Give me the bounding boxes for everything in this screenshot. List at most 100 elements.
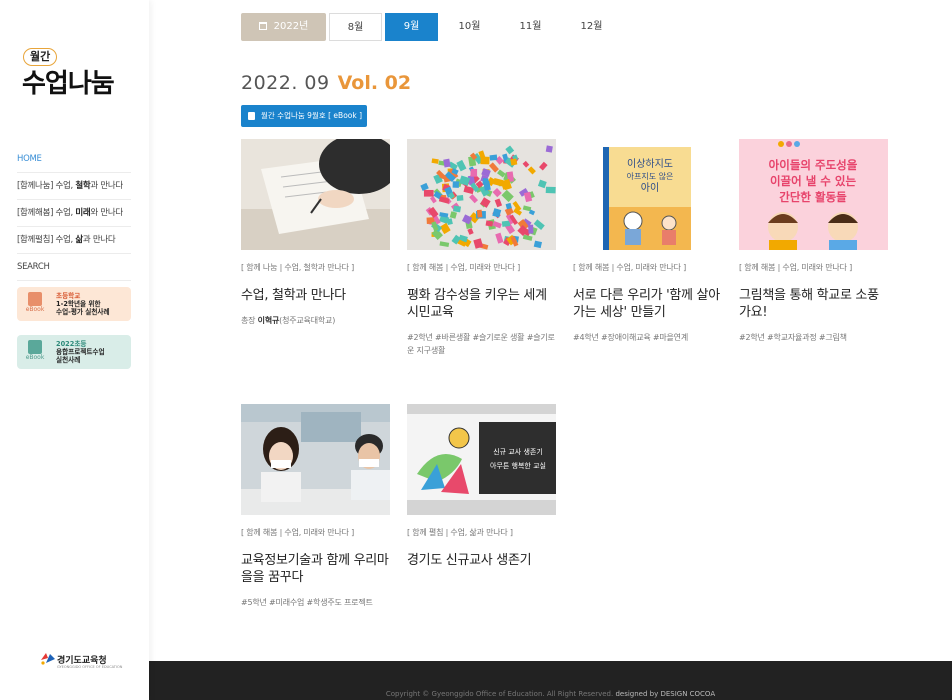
copyright: Copyright © Gyeonggido Office of Educati…: [149, 690, 952, 698]
promo-banner-project[interactable]: eBook 2022초등 융합프로젝트수업 실천사례: [17, 335, 131, 369]
promo-line1: 2022초등: [56, 340, 87, 348]
confetti-piece: [423, 189, 434, 197]
confetti-piece: [452, 181, 460, 188]
office-logo-subtext: GYEONGGIDO OFFICE OF EDUCATION: [57, 665, 123, 669]
nav-philosophy-post: 과 만나다: [90, 181, 123, 191]
issue-heading: 2022. 09 Vol. 02: [241, 72, 411, 94]
page: 월간 수업나눔 HOME [함께나눔] 수업, 철학과 만나다 [함께해봄] 수…: [0, 0, 952, 700]
poster-line2: 이끌어 낼 수 있는: [770, 174, 856, 188]
article-category: [ 함께 해봄 | 수업, 미래와 만나다 ]: [407, 263, 521, 272]
office-logo[interactable]: 경기도교육청 GYEONGGIDO OFFICE OF EDUCATION: [40, 651, 123, 673]
article-category: [ 함께 해봄 | 수업, 미래와 만나다 ]: [739, 263, 853, 272]
confetti-piece: [528, 224, 534, 234]
poster-line3: 간단한 활동들: [779, 190, 847, 204]
promo-line3: 수업-평가 실천사례: [56, 308, 110, 316]
article-card[interactable]: [ 함께 해봄 | 수업, 미래와 만나다 ] 교육정보기술과 함께 우리마을을…: [241, 404, 390, 609]
book-icon: [248, 112, 255, 120]
logo-title: 수업나눔: [22, 69, 115, 99]
thumb-line2: 아무튼 행복한 교실: [490, 461, 546, 470]
nav-future[interactable]: [함께해봄] 수업, 미래와 만나다: [17, 200, 131, 227]
article-title[interactable]: 그림책을 통해 학교로 소풍가요!: [739, 287, 888, 321]
confetti-piece: [489, 154, 498, 161]
office-logo-mark-icon: [41, 653, 55, 665]
author-affiliation: (청주교육대학교): [279, 316, 336, 325]
confetti-piece: [453, 205, 462, 213]
sidebar: 월간 수업나눔 HOME [함께나눔] 수업, 철학과 만나다 [함께해봄] 수…: [0, 0, 149, 700]
nav-philosophy-bold: 철학: [75, 181, 91, 191]
nav-home[interactable]: HOME: [17, 146, 131, 173]
article-thumbnail[interactable]: [241, 404, 390, 515]
article-category: [ 함께 펼침 | 수업, 삶과 만나다 ]: [407, 528, 513, 537]
article-thumbnail[interactable]: 신규 교사 생존기 아무튼 행복한 교실: [407, 404, 556, 515]
promo-text: 초등학교 1-2학년을 위한 수업-평가 실천사례: [56, 292, 110, 316]
logo-badge: 월간: [23, 48, 58, 66]
nav-life-pre: [함께펼침] 수업,: [17, 235, 76, 245]
site-footer: Copyright © Gyeonggido Office of Educati…: [149, 661, 952, 700]
author-role: 총장: [241, 316, 258, 325]
book-title-line3: 아이: [641, 182, 659, 194]
issue-date: 2022. 09: [241, 72, 330, 94]
article-card[interactable]: 이상하지도 아프지도 않은 아이 [ 함께 해봄 | 수업, 미래와 만나다 ]…: [573, 139, 722, 344]
confetti-piece: [510, 158, 518, 166]
promo-line1: 초등학교: [56, 292, 81, 300]
article-thumbnail[interactable]: [407, 139, 556, 250]
ebook-button[interactable]: 월간 수업나눔 9월호 [ eBook ]: [241, 105, 367, 127]
confetti-piece: [501, 220, 511, 227]
sidebar-nav: HOME [함께나눔] 수업, 철학과 만나다 [함께해봄] 수업, 미래와 만…: [17, 146, 131, 281]
tab-month-10[interactable]: 10월: [443, 13, 496, 41]
article-title[interactable]: 교육정보기술과 함께 우리마을을 꿈꾸다: [241, 552, 390, 586]
article-category: [ 함께 나눔 | 수업, 철학과 만나다 ]: [241, 263, 355, 272]
issue-volume: Vol. 02: [337, 72, 412, 94]
article-card[interactable]: [ 함께 나눔 | 수업, 철학과 만나다 ] 수업, 철학과 만나다 총장 이…: [241, 139, 390, 327]
designer-credit[interactable]: designed by DESIGN COCOA: [615, 690, 715, 698]
promo-banner-grade12[interactable]: eBook 초등학교 1-2학년을 위한 수업-평가 실천사례: [17, 287, 131, 321]
article-card[interactable]: 신규 교사 생존기 아무튼 행복한 교실 [ 함께 펼침 | 수업, 삶과 만나…: [407, 404, 556, 569]
article-title[interactable]: 서로 다른 우리가 '함께 살아가는 세상' 만들기: [573, 287, 722, 321]
ebook-button-label: 월간 수업나눔 9월호 [ eBook ]: [261, 111, 363, 120]
ebook-icon: eBook: [24, 340, 46, 362]
article-title[interactable]: 평화 감수성을 키우는 세계시민교육: [407, 287, 556, 321]
article-thumbnail[interactable]: [241, 139, 390, 250]
nav-philosophy-pre: [함께나눔] 수업,: [17, 181, 76, 191]
promo-text: 2022초등 융합프로젝트수업 실천사례: [56, 340, 105, 364]
promo-caption: eBook: [25, 306, 45, 313]
nav-life[interactable]: [함께펼침] 수업, 삶과 만나다: [17, 227, 131, 254]
nav-future-pre: [함께해봄] 수업,: [17, 208, 76, 218]
article-card[interactable]: 아이들의 주도성을 이끌어 낼 수 있는 간단한 활동들 [ 함께 해봄 | 수…: [739, 139, 888, 344]
promo-line3: 실천사례: [56, 356, 81, 364]
book-title-line1: 이상하지도: [627, 157, 673, 170]
article-author: 총장 이혁규(청주교육대학교): [241, 314, 390, 327]
article-thumbnail[interactable]: 아이들의 주도성을 이끌어 낼 수 있는 간단한 활동들: [739, 139, 888, 250]
author-name: 이혁규: [257, 316, 280, 325]
confetti-piece: [476, 209, 483, 218]
article-title[interactable]: 수업, 철학과 만나다: [241, 287, 390, 304]
confetti-piece: [545, 145, 553, 153]
copyright-text: Copyright © Gyeonggido Office of Educati…: [385, 690, 614, 698]
poster-line1: 아이들의 주도성을: [769, 158, 858, 172]
book-title-line2: 아프지도 않은: [627, 171, 674, 181]
article-tags: #4학년 #장애이해교육 #마을연계: [573, 333, 689, 342]
tab-month-8[interactable]: 8월: [329, 13, 382, 41]
article-tags: #2학년 #학교자율과정 #그림책: [739, 333, 847, 342]
article-tags: #5학년 #미래수업 #학생주도 프로젝트: [241, 598, 373, 607]
tab-year-label: 2022년: [273, 21, 309, 32]
thumb-line1: 신규 교사 생존기: [493, 447, 543, 456]
calendar-icon: [258, 22, 267, 30]
nav-philosophy[interactable]: [함께나눔] 수업, 철학과 만나다: [17, 173, 131, 200]
tab-month-12[interactable]: 12월: [565, 13, 618, 41]
nav-future-bold: 미래: [75, 208, 91, 218]
tab-month-9[interactable]: 9월: [385, 13, 438, 41]
ebook-icon: eBook: [24, 292, 46, 314]
article-category: [ 함께 해봄 | 수업, 미래와 만나다 ]: [573, 263, 687, 272]
nav-future-post: 와 만나다: [90, 208, 123, 218]
site-logo[interactable]: 월간 수업나눔: [20, 48, 132, 104]
article-title[interactable]: 경기도 신규교사 생존기: [407, 552, 556, 569]
article-tags: #2학년 #바른생활 #슬기로운 생활 #슬기로운 지구생활: [407, 333, 555, 355]
article-category: [ 함께 해봄 | 수업, 미래와 만나다 ]: [241, 528, 355, 537]
nav-search[interactable]: SEARCH: [17, 254, 131, 281]
tab-month-11[interactable]: 11월: [504, 13, 557, 41]
article-thumbnail[interactable]: 이상하지도 아프지도 않은 아이: [573, 139, 722, 250]
tab-year[interactable]: 2022년: [241, 13, 326, 41]
article-card[interactable]: [ 함께 해봄 | 수업, 미래와 만나다 ] 평화 감수성을 키우는 세계시민…: [407, 139, 556, 357]
promo-caption: eBook: [25, 354, 45, 361]
